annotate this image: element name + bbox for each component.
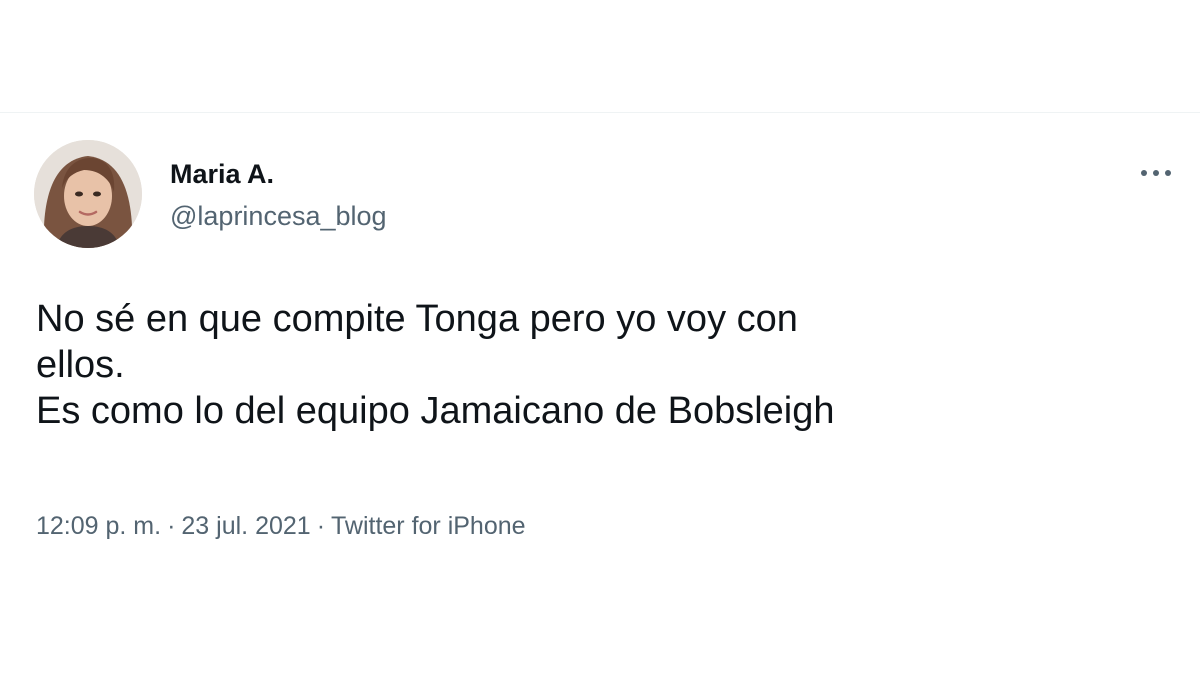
- meta-separator: ·: [167, 512, 176, 540]
- tweet-metadata: 12:09 p. m. · 23 jul. 2021 · Twitter for iPh…: [36, 510, 526, 542]
- more-options-button[interactable]: [1134, 158, 1178, 188]
- more-horizontal-icon: [1141, 170, 1171, 176]
- tweet-source[interactable]: Twitter for iPhone: [331, 512, 526, 540]
- author-handle[interactable]: @laprincesa_blog: [170, 200, 387, 232]
- avatar[interactable]: [34, 140, 142, 248]
- tweet-time[interactable]: 12:09 p. m.: [36, 512, 161, 540]
- tweet-text-line: Es como lo del equipo Jamaicano de Bobsl…: [36, 390, 835, 432]
- avatar-photo: [34, 140, 142, 248]
- tweet-text: No sé en que compite Tonga pero yo voy c…: [36, 296, 1156, 434]
- meta-separator: ·: [316, 512, 326, 540]
- tweet-date[interactable]: 23 jul. 2021: [181, 512, 310, 540]
- tweet-text-line: ellos.: [36, 344, 125, 386]
- author-display-name[interactable]: Maria A.: [170, 158, 274, 190]
- tweet-text-line: No sé en que compite Tonga pero yo voy c…: [36, 298, 798, 340]
